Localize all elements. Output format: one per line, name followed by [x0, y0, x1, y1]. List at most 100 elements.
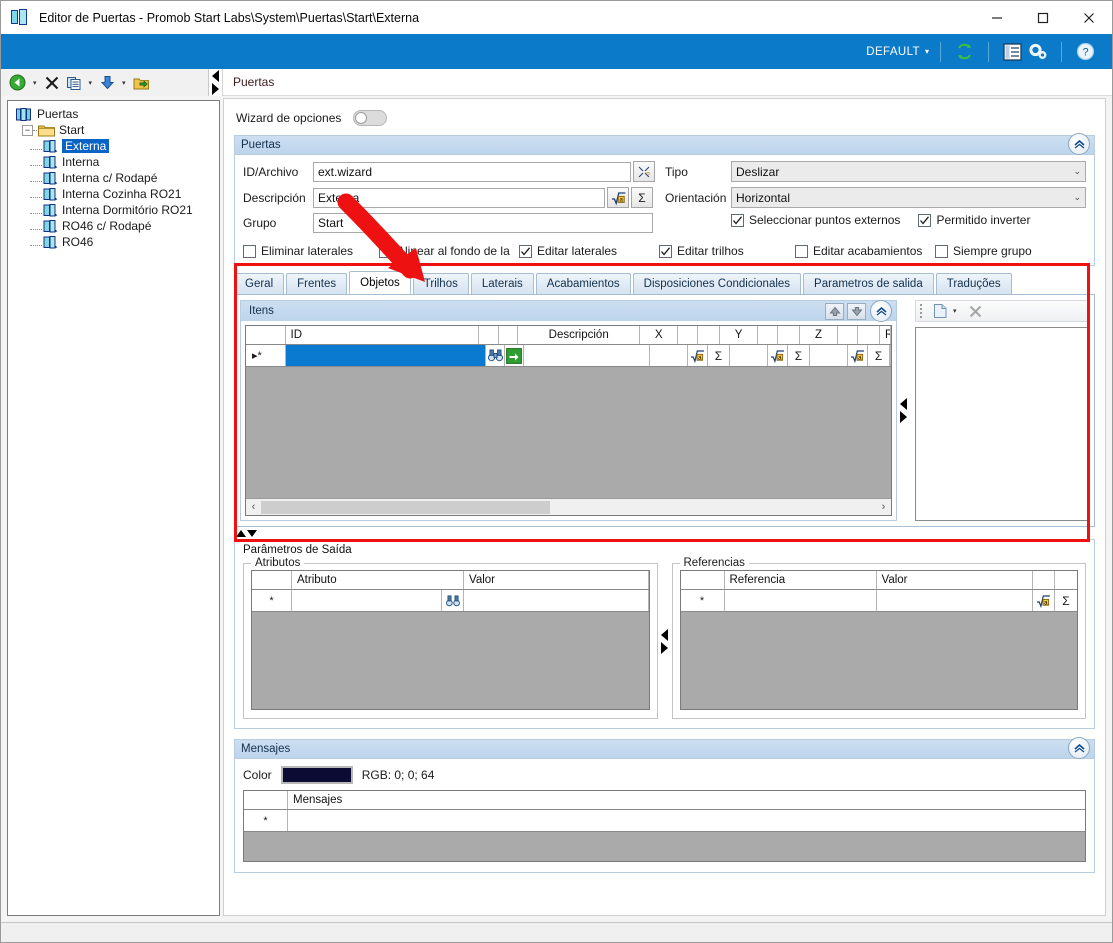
grid-col-referencia[interactable]: Referencia [725, 571, 877, 589]
table-row[interactable]: * [252, 590, 649, 612]
collapse-up-icon[interactable] [236, 529, 246, 537]
checkbox-siempre-grupo[interactable]: Siempre grupo [935, 244, 1032, 258]
mensajes-collapse-button[interactable] [1068, 737, 1090, 759]
atributos-grid[interactable]: Atributo Valor * [251, 570, 650, 710]
referencias-grid[interactable]: Referencia Valor * a Σ [679, 570, 1078, 710]
itens-collapse-button[interactable] [870, 300, 892, 322]
params-splitter[interactable] [658, 563, 672, 719]
list-view-icon[interactable] [1000, 40, 1025, 64]
collapse-left-icon[interactable] [661, 628, 668, 641]
expander-minus-icon[interactable]: − [22, 124, 33, 136]
tab-disposiciones-condicionales[interactable]: Disposiciones Condicionales [632, 273, 802, 294]
checkbox-alinear-al-fondo[interactable]: Alinear al fondo de la [379, 244, 519, 258]
row-z-cell[interactable] [810, 345, 849, 366]
tab-parametros-de-salida[interactable]: Parametros de salida [803, 273, 934, 294]
dropdown-caret-icon[interactable]: ▾ [950, 307, 960, 315]
sigma-icon[interactable]: Σ [788, 345, 810, 366]
row-referencia-cell[interactable] [725, 590, 877, 611]
scroll-track[interactable] [261, 499, 876, 515]
row-mensaje-cell[interactable] [288, 810, 1085, 831]
grid-col-descripcion[interactable]: Descripción [518, 326, 641, 344]
grid-col-z[interactable]: Z [800, 326, 838, 344]
tab-frentes[interactable]: Frentes [286, 273, 348, 294]
tab-objetos[interactable]: Objetos [349, 271, 411, 294]
tree-item-2[interactable]: Interna c/ Rodapé [12, 170, 215, 186]
tree-item-3[interactable]: Interna Cozinha RO21 [12, 186, 215, 202]
grid-horizontal-scrollbar[interactable]: ‹ › [246, 498, 891, 515]
checkbox-editar-acabamientos[interactable]: Editar acabamientos [795, 244, 935, 258]
checkbox-editar-laterales[interactable]: Editar laterales [519, 244, 659, 258]
sigma-icon[interactable]: Σ [868, 345, 891, 366]
puertas-collapse-button[interactable] [1068, 133, 1090, 155]
table-row[interactable]: ▸* a Σ a Σ a Σ [246, 345, 892, 367]
back-dropdown-caret-icon[interactable]: ▾ [30, 79, 40, 87]
export-folder-icon[interactable] [131, 72, 152, 94]
grid-col-valor[interactable]: Valor [877, 571, 1033, 589]
import-dropdown-caret-icon[interactable]: ▾ [119, 79, 129, 87]
tab-acabamientos[interactable]: Acabamientos [535, 273, 631, 294]
formula-sqrt-icon[interactable]: a [848, 345, 869, 366]
collapse-left-icon[interactable] [899, 398, 907, 410]
sigma-icon[interactable]: Σ [631, 187, 653, 208]
orientacion-select[interactable]: Horizontal ⌄ [731, 187, 1086, 208]
collapse-right-icon[interactable] [661, 641, 668, 654]
binoculars-icon[interactable] [486, 345, 506, 366]
formula-sqrt-icon[interactable]: a [768, 345, 789, 366]
vertical-splitter[interactable] [234, 527, 1095, 539]
collapse-right-icon[interactable] [212, 83, 219, 95]
maximize-button[interactable] [1020, 1, 1066, 34]
tree-item-4[interactable]: Interna Dormitório RO21 [12, 202, 215, 218]
id-archivo-input[interactable]: ext.wizard [313, 161, 631, 182]
delete-x-icon[interactable] [966, 300, 986, 322]
table-row[interactable]: * [244, 810, 1085, 832]
tree-folder-start[interactable]: − Start [12, 122, 215, 138]
row-r-cell[interactable] [890, 345, 892, 366]
checkbox-permitido-inverter[interactable]: Permitido inverter [918, 213, 1030, 227]
copy-icon[interactable] [64, 72, 84, 94]
tree-item-5[interactable]: RO46 c/ Rodapé [12, 218, 215, 234]
wizard-toggle[interactable] [353, 110, 388, 126]
tab-traduções[interactable]: Traduções [935, 273, 1012, 294]
puertas-tree[interactable]: Puertas − Start Externa Interna Interna c/… [7, 100, 220, 916]
grupo-input[interactable]: Start [313, 213, 653, 233]
drag-grip-icon[interactable] [920, 304, 926, 318]
refresh-icon[interactable] [952, 40, 977, 64]
collapse-down-icon[interactable] [247, 529, 257, 537]
tab-laterais[interactable]: Laterais [470, 273, 534, 294]
tab-trilhos[interactable]: Trilhos [412, 273, 469, 294]
row-y-cell[interactable] [730, 345, 769, 366]
preview-area[interactable] [915, 327, 1089, 521]
binoculars-icon[interactable] [442, 590, 464, 611]
tipo-select[interactable]: Deslizar ⌄ [731, 161, 1086, 182]
checkbox-eliminar-laterales[interactable]: Eliminar laterales [243, 244, 379, 258]
scroll-left-icon[interactable]: ‹ [246, 501, 261, 513]
profile-label[interactable]: DEFAULT [866, 46, 920, 58]
minimize-button[interactable] [974, 1, 1020, 34]
formula-sqrt-icon[interactable]: a [1033, 590, 1055, 611]
sigma-icon[interactable]: Σ [1055, 590, 1077, 611]
back-icon[interactable] [7, 72, 28, 94]
table-row[interactable]: * a Σ [680, 590, 1077, 612]
collapse-right-icon[interactable] [899, 411, 907, 423]
scroll-right-icon[interactable]: › [876, 501, 891, 513]
scroll-thumb[interactable] [261, 500, 551, 514]
collapse-left-icon[interactable] [212, 70, 219, 82]
chevron-down-icon[interactable]: ▾ [925, 47, 929, 56]
mensajes-grid[interactable]: Mensajes * [243, 790, 1086, 862]
green-arrow-icon[interactable] [505, 345, 525, 366]
close-button[interactable] [1066, 1, 1112, 34]
grid-col-mensajes[interactable]: Mensajes [288, 791, 1085, 809]
tree-root-puertas[interactable]: Puertas [12, 106, 215, 122]
delete-icon[interactable] [42, 72, 62, 94]
sigma-icon[interactable]: Σ [708, 345, 730, 366]
grid-col-id[interactable]: ID [286, 326, 480, 344]
pane-splitter[interactable] [209, 69, 223, 96]
grid-col-y[interactable]: Y [720, 326, 758, 344]
row-descripcion-cell[interactable] [524, 345, 650, 366]
import-icon[interactable] [97, 72, 117, 94]
preview-splitter[interactable] [897, 300, 909, 521]
checkbox-editar-trilhos[interactable]: Editar trilhos [659, 244, 795, 258]
new-file-icon[interactable] [930, 300, 950, 322]
browse-icon[interactable]: ? [633, 161, 655, 182]
tree-item-1[interactable]: Interna [12, 154, 215, 170]
